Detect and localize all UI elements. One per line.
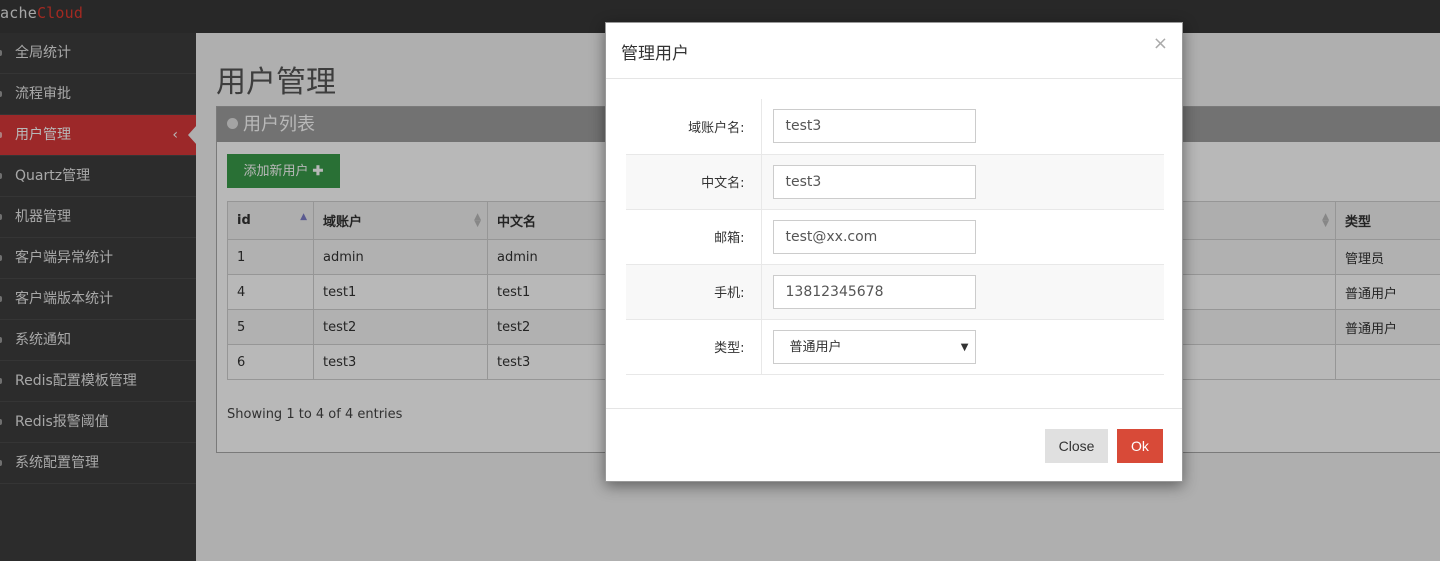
email-input[interactable]: test@xx.com xyxy=(772,219,976,254)
dialog-title: 管理用户 xyxy=(621,44,689,64)
email-label: 邮箱: xyxy=(626,209,762,265)
manage-user-dialog: 管理用户 × 域账户名: test3 中文名: test3 邮箱: test@x… xyxy=(605,22,1183,482)
ok-button[interactable]: Ok xyxy=(1117,429,1163,463)
user-form: 域账户名: test3 中文名: test3 邮箱: test@xx.com 手… xyxy=(626,99,1164,375)
dialog-header: 管理用户 × xyxy=(606,23,1182,79)
form-row-name: 中文名: test3 xyxy=(626,154,1164,210)
type-label: 类型: xyxy=(626,319,762,375)
account-label: 域账户名: xyxy=(626,99,762,155)
account-input[interactable]: test3 xyxy=(772,109,976,144)
phone-label: 手机: xyxy=(626,264,762,320)
close-icon[interactable]: × xyxy=(1153,33,1168,54)
dialog-footer: Close Ok xyxy=(606,408,1182,482)
dropdown-arrow-icon: ▼ xyxy=(960,341,969,353)
close-button[interactable]: Close xyxy=(1045,429,1108,463)
phone-input[interactable]: 13812345678 xyxy=(772,274,976,309)
form-row-email: 邮箱: test@xx.com xyxy=(626,209,1164,265)
name-label: 中文名: xyxy=(626,154,762,210)
name-input[interactable]: test3 xyxy=(772,164,976,199)
form-row-phone: 手机: 13812345678 xyxy=(626,264,1164,320)
form-row-type: 类型: 普通用户 ▼ xyxy=(626,319,1164,375)
type-select[interactable]: 普通用户 ▼ xyxy=(772,329,976,364)
form-row-account: 域账户名: test3 xyxy=(626,99,1164,155)
